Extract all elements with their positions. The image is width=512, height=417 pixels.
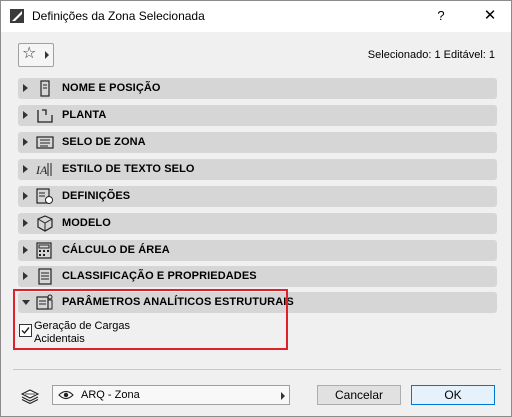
- expand-arrow-icon: [23, 192, 28, 200]
- panel-label: NOME E POSIÇÃO: [62, 82, 161, 94]
- panel-name-position[interactable]: NOME E POSIÇÃO: [18, 78, 497, 99]
- panel-label: PLANTA: [62, 109, 107, 121]
- panel-zone-stamp[interactable]: SELO DE ZONA: [18, 132, 497, 153]
- app-icon: [10, 9, 24, 23]
- classification-icon: [38, 268, 52, 285]
- expand-arrow-icon: [23, 272, 28, 280]
- panel-label: CÁLCULO DE ÁREA: [62, 244, 170, 256]
- area-calc-icon: [36, 242, 52, 259]
- panel-text-style[interactable]: IA ESTILO DE TEXTO SELO: [18, 159, 497, 180]
- cancel-button[interactable]: Cancelar: [317, 385, 401, 405]
- svg-text:IA: IA: [36, 163, 48, 177]
- layer-select[interactable]: ARQ - Zona: [52, 385, 290, 405]
- layer-select-value: ARQ - Zona: [81, 389, 140, 401]
- title-bar: Definições da Zona Selecionada ? ✕: [1, 1, 511, 32]
- model-icon: [37, 215, 53, 232]
- layer-icon: [20, 389, 40, 404]
- panel-label: SELO DE ZONA: [62, 136, 146, 148]
- selection-info: Selecionado: 1 Editável: 1: [367, 49, 495, 61]
- checkmark-icon: [21, 327, 30, 335]
- expand-arrow-icon: [23, 138, 28, 146]
- panel-floor-plan[interactable]: PLANTA: [18, 105, 497, 126]
- panel-model[interactable]: MODELO: [18, 213, 497, 234]
- expand-arrow-icon: [23, 165, 28, 173]
- name-position-icon: [40, 80, 50, 97]
- settings-icon: [36, 188, 53, 204]
- chevron-right-icon: [281, 392, 285, 400]
- expand-arrow-icon: [23, 246, 28, 254]
- floor-plan-icon: [37, 109, 53, 123]
- live-load-checkbox[interactable]: [19, 324, 32, 337]
- panel-label: CLASSIFICAÇÃO E PROPRIEDADES: [62, 270, 257, 282]
- star-icon: ☆: [22, 45, 37, 62]
- panel-label: MODELO: [62, 217, 111, 229]
- footer-divider: [13, 369, 501, 370]
- panel-settings[interactable]: DEFINIÇÕES: [18, 186, 497, 207]
- live-load-label-line1: Geração de Cargas: [34, 320, 130, 332]
- expand-arrow-icon: [23, 111, 28, 119]
- ok-button[interactable]: OK: [411, 385, 495, 405]
- window-title: Definições da Zona Selecionada: [32, 9, 205, 23]
- panel-classification[interactable]: CLASSIFICAÇÃO E PROPRIEDADES: [18, 266, 497, 287]
- expand-arrow-icon: [23, 84, 28, 92]
- dialog-window: Definições da Zona Selecionada ? ✕ ☆ Sel…: [0, 0, 512, 417]
- favorites-button[interactable]: ☆: [18, 43, 54, 67]
- panel-label: ESTILO DE TEXTO SELO: [62, 163, 195, 175]
- eye-icon: [58, 390, 74, 400]
- live-load-label-line2: Acidentais: [34, 333, 85, 345]
- close-button[interactable]: ✕: [475, 3, 505, 29]
- expand-arrow-icon: [23, 219, 28, 227]
- help-button[interactable]: ?: [427, 3, 455, 29]
- zone-stamp-icon: [36, 136, 54, 149]
- panel-area-calc[interactable]: CÁLCULO DE ÁREA: [18, 240, 497, 261]
- panel-label: DEFINIÇÕES: [62, 190, 131, 202]
- chevron-right-icon: [45, 51, 49, 59]
- live-load-label: Geração de Cargas Acidentais: [34, 320, 130, 346]
- text-style-icon: IA: [36, 163, 52, 177]
